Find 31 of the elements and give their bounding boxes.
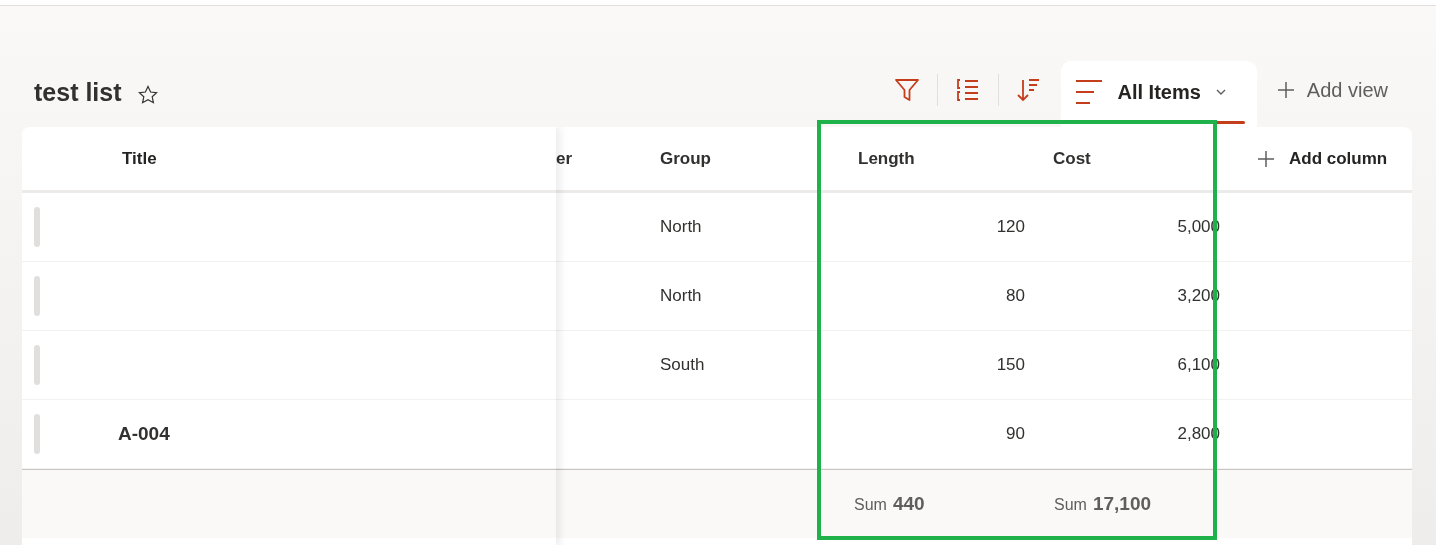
column-total: Sum 17,100 — [1053, 493, 1152, 515]
table-cell: South — [660, 355, 705, 375]
list-title: test list — [34, 78, 122, 107]
row-handle[interactable] — [34, 276, 40, 316]
row-handle[interactable] — [34, 207, 40, 247]
plus-icon — [1276, 81, 1295, 99]
column-header[interactable]: Length — [858, 148, 915, 169]
lines-icon — [1075, 79, 1104, 105]
add-view-button[interactable]: Add view — [1256, 70, 1412, 110]
add-column-button[interactable]: Add column — [1225, 148, 1388, 169]
table-cell: 80 — [1006, 286, 1025, 306]
column-header[interactable]: Group — [660, 148, 711, 169]
table-cell: 120 — [996, 217, 1025, 237]
star-icon[interactable] — [137, 85, 158, 105]
view-tab[interactable]: All Items — [1061, 61, 1257, 127]
plus-icon — [1257, 149, 1275, 168]
table-cell: North — [660, 286, 702, 306]
table-cell: 90 — [1006, 424, 1025, 444]
row-handle[interactable] — [34, 345, 40, 385]
column-header[interactable]: Cost — [1053, 148, 1091, 169]
table-cell: 150 — [996, 355, 1025, 375]
table-cell: North — [660, 217, 702, 237]
bulleted-list-icon — [956, 78, 981, 102]
sort-icon — [1017, 77, 1042, 103]
column-header[interactable]: er — [556, 148, 573, 169]
column-total: Sum 440 — [853, 493, 925, 515]
row-handle[interactable] — [34, 414, 40, 454]
column-header[interactable]: Title — [122, 148, 157, 169]
table-cell: A-004 — [118, 423, 170, 445]
chevron-down-icon — [1214, 88, 1227, 96]
filter-icon — [894, 77, 921, 103]
